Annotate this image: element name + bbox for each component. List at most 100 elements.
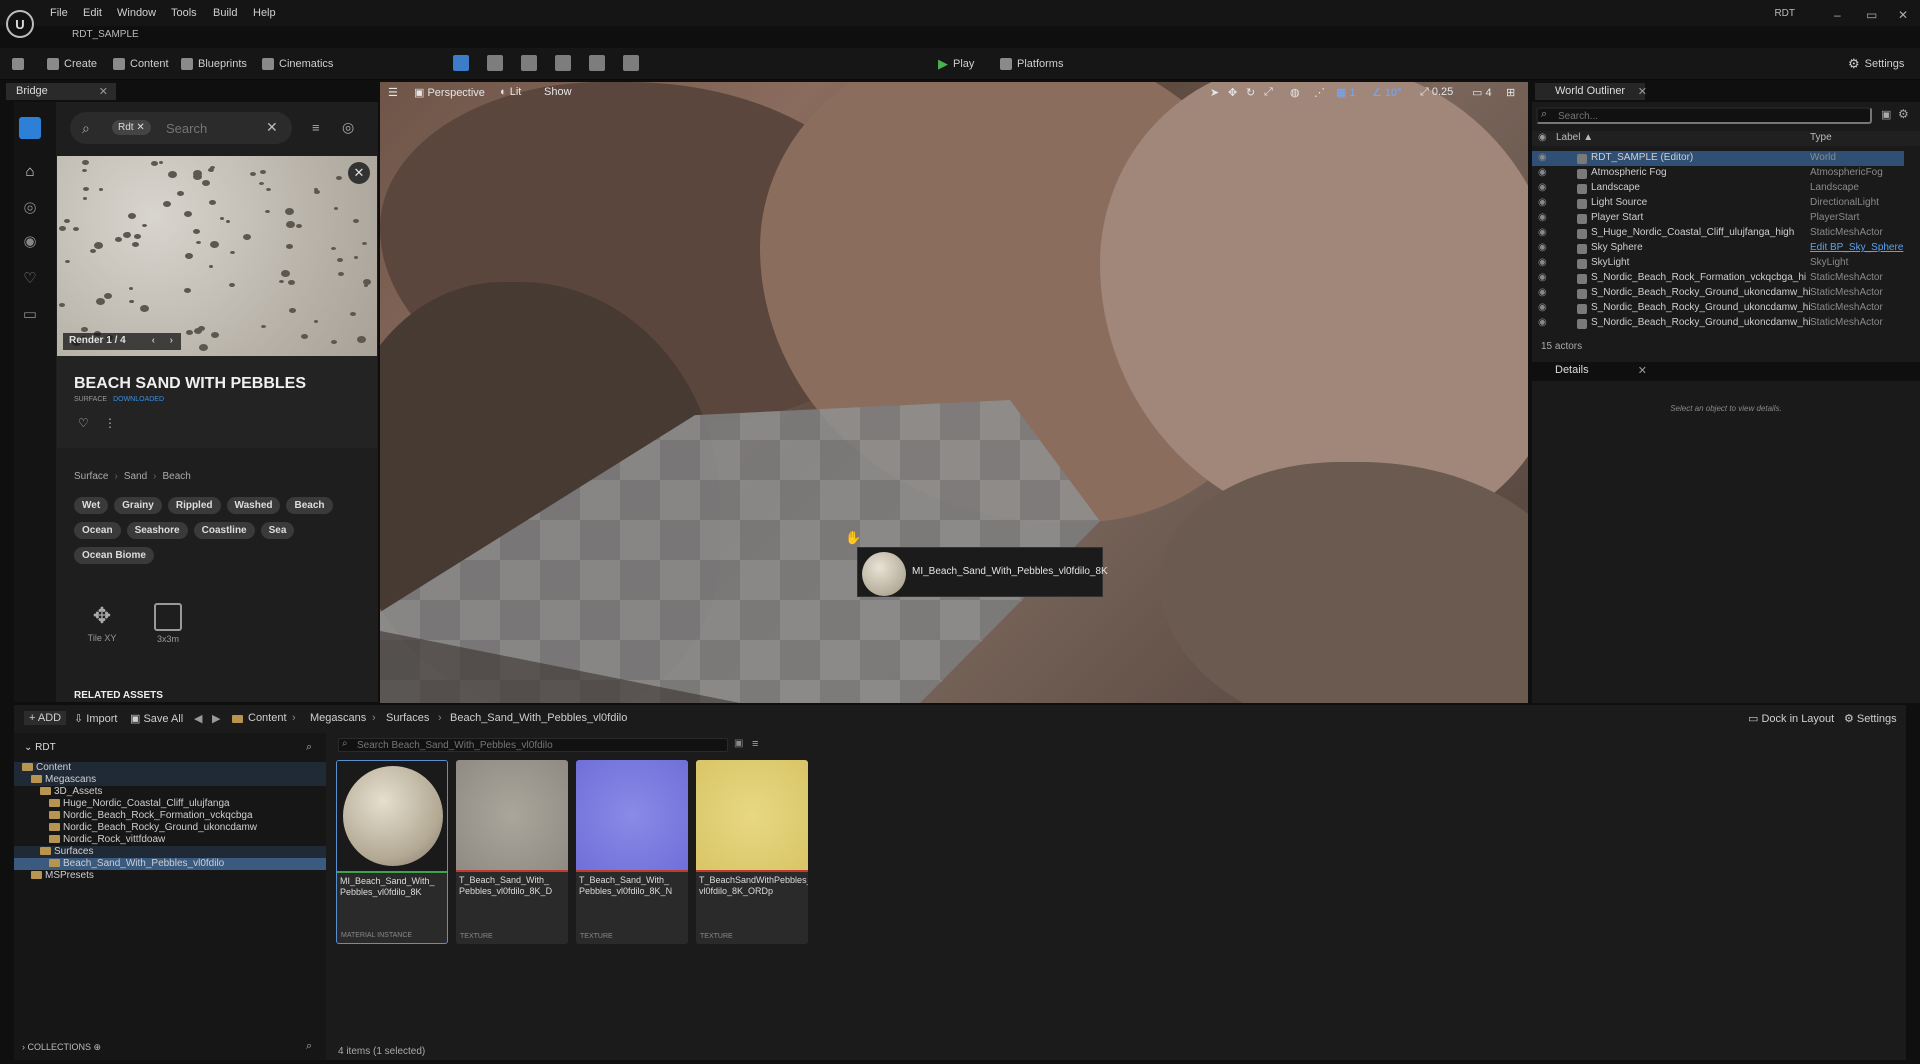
visibility-eye-icon[interactable]: ◉: [1538, 227, 1547, 238]
outliner-row[interactable]: ◉ S_Huge_Nordic_Coastal_Cliff_ulujfanga_h…: [1532, 226, 1904, 241]
clear-search-icon[interactable]: ✕: [266, 119, 278, 136]
perspective-button[interactable]: ▣ Perspective: [414, 86, 485, 99]
mesh-paint-mode-icon[interactable]: [555, 55, 571, 71]
folder-tree-item[interactable]: Surfaces: [14, 846, 326, 858]
breadcrumb-surface[interactable]: Surface: [74, 471, 108, 482]
history-forward-icon[interactable]: ▶: [212, 712, 220, 725]
tag-coastline[interactable]: Coastline: [193, 522, 255, 539]
content-button[interactable]: Content: [113, 55, 169, 73]
camera-speed-button[interactable]: ▭ 4: [1472, 86, 1492, 99]
close-icon[interactable]: ✕: [1638, 364, 1647, 377]
tile-xy-control[interactable]: ✥ Tile XY: [82, 603, 122, 643]
cb-settings-button[interactable]: ⚙ Settings: [1844, 712, 1897, 725]
play-button[interactable]: ▶ Play: [938, 55, 974, 73]
save-all-button[interactable]: ▣ Save All: [130, 712, 183, 725]
monitor-icon[interactable]: ▭: [22, 307, 38, 323]
surface-snap-icon[interactable]: ⋰: [1314, 86, 1325, 99]
brush-mode-icon[interactable]: [623, 55, 639, 71]
settings-button[interactable]: ⚙ Settings: [1848, 55, 1904, 73]
size-control[interactable]: 3x3m: [148, 603, 188, 644]
bridge-search-input[interactable]: [166, 120, 256, 136]
tag-grainy[interactable]: Grainy: [114, 497, 162, 514]
move-tool-icon[interactable]: ✥: [1228, 86, 1237, 99]
menu-tools[interactable]: Tools: [171, 7, 197, 19]
world-outliner-tab[interactable]: World Outliner ✕: [1535, 83, 1647, 100]
visibility-eye-icon[interactable]: ◉: [1538, 152, 1547, 163]
close-window-icon[interactable]: ✕: [1898, 8, 1908, 22]
asset-tile-texture-diffuse[interactable]: T_Beach_Sand_With_ Pebbles_vl0fdilo_8K_D …: [456, 760, 568, 944]
tag-ocean[interactable]: Ocean: [74, 522, 121, 539]
visibility-eye-icon[interactable]: ◉: [1538, 197, 1547, 208]
visibility-eye-icon[interactable]: ◉: [1538, 317, 1547, 328]
import-button[interactable]: ⇩ Import: [74, 712, 117, 725]
tag-ocean-biome[interactable]: Ocean Biome: [74, 547, 154, 564]
menu-window[interactable]: Window: [117, 7, 156, 19]
visibility-eye-icon[interactable]: ◉: [1538, 167, 1547, 178]
outliner-row[interactable]: ◉ S_Nordic_Beach_Rocky_Ground_ukoncdamw_h…: [1532, 316, 1904, 331]
close-icon[interactable]: ✕: [99, 85, 108, 98]
col-type[interactable]: Type: [1810, 132, 1832, 143]
bridge-tab[interactable]: Bridge ✕: [6, 83, 116, 100]
minimize-icon[interactable]: –: [1834, 8, 1841, 22]
tag-wet[interactable]: Wet: [74, 497, 109, 514]
tag-rippled[interactable]: Rippled: [167, 497, 221, 514]
search-icon[interactable]: ⌕: [306, 741, 312, 754]
outliner-row[interactable]: ◉ S_Nordic_Beach_Rocky_Ground_ukoncdamw_h…: [1532, 301, 1904, 316]
collections-header[interactable]: › COLLECTIONS ⊕: [22, 1042, 101, 1053]
outliner-row[interactable]: ◉ Player Start PlayerStart: [1532, 211, 1904, 226]
visibility-eye-icon[interactable]: ◉: [1538, 182, 1547, 193]
breadcrumb-beach[interactable]: Beach: [163, 471, 191, 482]
viewport-layout-icon[interactable]: ⊞: [1506, 86, 1515, 99]
folder-tree-item[interactable]: 3D_Assets: [14, 786, 326, 798]
unreal-logo-icon[interactable]: U: [6, 10, 34, 38]
search-chip[interactable]: Rdt ✕: [112, 120, 151, 135]
viewport-menu-icon[interactable]: ☰: [388, 86, 398, 99]
save-search-icon[interactable]: ▣: [734, 738, 743, 749]
home-icon[interactable]: ⌂: [22, 164, 38, 180]
select-tool-icon[interactable]: ➤: [1210, 86, 1219, 99]
path-megascans[interactable]: Megascans: [310, 712, 366, 724]
rotate-tool-icon[interactable]: ↻: [1246, 86, 1255, 99]
visibility-eye-icon[interactable]: ◉: [1538, 242, 1547, 253]
tag-sea[interactable]: Sea: [260, 522, 295, 539]
lit-button[interactable]: ◐ Lit: [500, 86, 521, 98]
fracture-mode-icon[interactable]: [589, 55, 605, 71]
globe-icon[interactable]: ◎: [22, 200, 38, 216]
scale-tool-icon[interactable]: ⤢: [1264, 86, 1273, 99]
breadcrumb-sand[interactable]: Sand: [124, 471, 147, 482]
outliner-row[interactable]: ◉ S_Nordic_Beach_Rocky_Ground_ukoncdamw_h…: [1532, 286, 1904, 301]
filter-icon[interactable]: ≡: [312, 120, 320, 135]
scale-snap-button[interactable]: ⤢ 0.25: [1420, 86, 1453, 99]
outliner-row[interactable]: ◉ RDT_SAMPLE (Editor) World: [1532, 151, 1904, 166]
world-local-icon[interactable]: ◍: [1290, 86, 1300, 99]
tag-beach[interactable]: Beach: [286, 497, 333, 514]
favorite-heart-icon[interactable]: ♡: [78, 416, 89, 430]
search-icon[interactable]: ⌕: [306, 1040, 312, 1053]
col-label[interactable]: Label ▲: [1556, 132, 1593, 143]
outliner-row[interactable]: ◉ Landscape Landscape: [1532, 181, 1904, 196]
asset-tile-material-instance[interactable]: MI_Beach_Sand_With_ Pebbles_vl0fdilo_8K M…: [336, 760, 448, 944]
visibility-eye-icon[interactable]: ◉: [1538, 302, 1547, 313]
more-options-icon[interactable]: ⋮: [104, 416, 116, 430]
heart-icon[interactable]: ♡: [22, 271, 38, 287]
details-tab[interactable]: Details ✕: [1535, 362, 1647, 379]
add-folder-icon[interactable]: ▣: [1881, 108, 1891, 121]
add-button[interactable]: + ADD: [24, 711, 67, 725]
history-back-icon[interactable]: ◀: [194, 712, 202, 725]
visibility-eye-icon[interactable]: ◉: [1538, 257, 1547, 268]
outliner-row[interactable]: ◉ S_Nordic_Beach_Rock_Formation_vckqcbga_…: [1532, 271, 1904, 286]
asset-tile-texture-ordp[interactable]: T_BeachSandWithPebbles_ vl0fdilo_8K_ORDp …: [696, 760, 808, 944]
grid-snap-button[interactable]: ▦ 1: [1336, 86, 1356, 99]
path-surfaces[interactable]: Surfaces: [386, 712, 429, 724]
account-icon[interactable]: ◎: [342, 119, 354, 136]
eye-icon[interactable]: ◉: [1538, 132, 1547, 143]
maximize-icon[interactable]: ▭: [1866, 8, 1877, 22]
folder-tree-item[interactable]: Nordic_Beach_Rock_Formation_vckqcbga: [14, 810, 326, 822]
folder-tree-item[interactable]: Beach_Sand_With_Pebbles_vl0fdilo: [14, 858, 326, 870]
platforms-button[interactable]: Platforms: [1000, 55, 1063, 73]
visibility-eye-icon[interactable]: ◉: [1538, 287, 1547, 298]
filter-icon[interactable]: ≡: [752, 738, 758, 750]
show-button[interactable]: Show: [544, 86, 572, 98]
asset-search-input[interactable]: [338, 738, 728, 752]
dock-in-layout-button[interactable]: ▭ Dock in Layout: [1748, 712, 1834, 725]
